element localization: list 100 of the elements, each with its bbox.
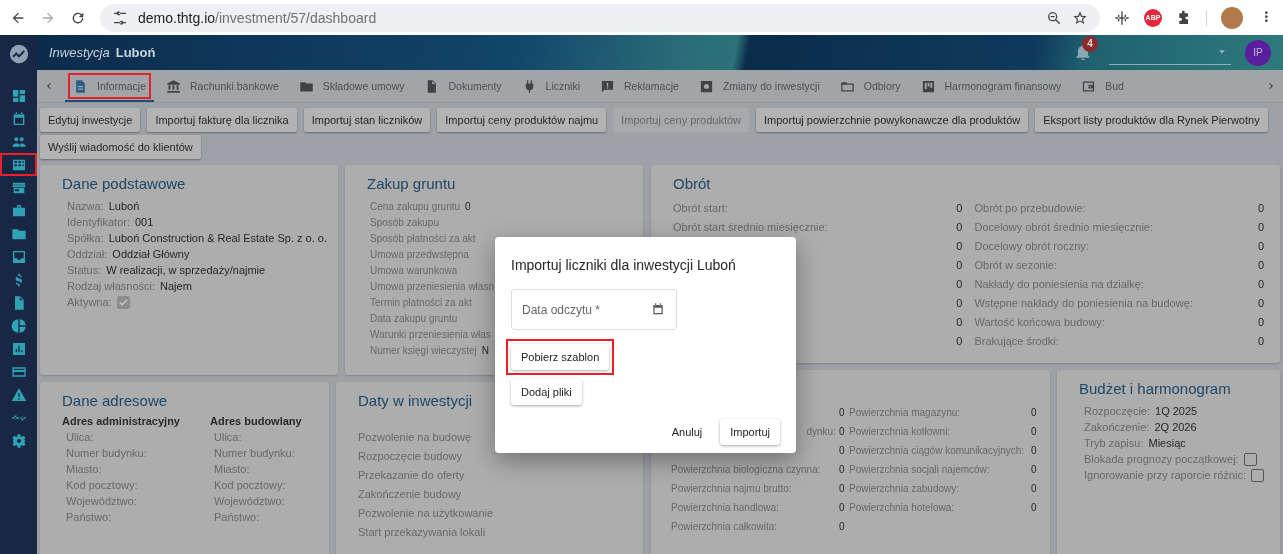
field-label: Brakujące środki: bbox=[974, 334, 1059, 347]
field-label: Powierzchnia hotelowa: bbox=[848, 502, 956, 513]
field-label: Numer budynku: bbox=[213, 447, 296, 461]
field-label: Umowa warunkowa bbox=[370, 264, 458, 276]
field-label: Docelowy obrót średnio miesięcznie: bbox=[974, 220, 1153, 233]
field-value: Luboń bbox=[108, 200, 140, 212]
bar-chart-icon[interactable] bbox=[10, 340, 27, 357]
profile-avatar[interactable] bbox=[1221, 6, 1243, 29]
tab[interactable]: Liczniki bbox=[513, 70, 588, 102]
logo-icon[interactable] bbox=[7, 43, 30, 65]
field-label: Spółka: bbox=[67, 232, 104, 244]
date-field[interactable]: Data odczytu * bbox=[511, 289, 677, 330]
action-button[interactable]: Importuj powierzchnie powykonawcze dla produktów bbox=[756, 108, 1029, 132]
field-label: Obrót po przebudowie: bbox=[974, 201, 1086, 214]
gear-box-icon bbox=[698, 78, 714, 94]
field-value: 0 bbox=[1030, 464, 1037, 475]
field-value: 0 bbox=[1030, 483, 1037, 494]
field-value: 0 bbox=[838, 502, 845, 513]
field-label: Ulica: bbox=[65, 431, 95, 445]
field-label: Wartość końcowa budowy: bbox=[974, 315, 1105, 328]
settings-icon[interactable] bbox=[10, 432, 27, 449]
field-value: 001 bbox=[135, 216, 154, 228]
warning-icon[interactable] bbox=[10, 386, 27, 403]
dialog-title: Importuj liczniki dla inwestycji Luboń bbox=[511, 257, 737, 273]
field-value: 0 bbox=[956, 334, 963, 347]
field-label: Blokada prognozy początkowej: bbox=[1083, 453, 1239, 465]
checkbox[interactable] bbox=[1251, 468, 1264, 482]
tab[interactable]: Zmiany do inwestycji bbox=[690, 70, 828, 102]
field-value: 0 bbox=[1257, 334, 1264, 347]
field-value: 0 bbox=[1257, 258, 1264, 271]
notification-badge: 4 bbox=[1082, 35, 1098, 52]
dashboard-icon[interactable] bbox=[10, 87, 27, 104]
field-label: Obrót start średnio miesięcznie: bbox=[672, 220, 828, 233]
crosshair-icon[interactable] bbox=[1114, 9, 1130, 26]
field-label: Województwo: bbox=[65, 495, 138, 509]
field-label: Powierzchnia całkowita: bbox=[670, 521, 778, 532]
field-label: Wstępne nakłady do poniesienia na budowę: bbox=[974, 296, 1193, 309]
field-value: 0 bbox=[1030, 426, 1037, 437]
action-button[interactable]: Eksport listy produktów dla Rynek Pierwotny bbox=[1035, 108, 1268, 132]
cancel-button[interactable]: Anuluj bbox=[665, 422, 709, 442]
field-value: 0 bbox=[956, 220, 963, 233]
briefcase-icon[interactable] bbox=[10, 202, 27, 219]
field-label: Rozpoczęcie budowy bbox=[358, 450, 463, 464]
field-value: 0 bbox=[838, 483, 845, 494]
card-title: Daty w inwestycji bbox=[358, 392, 473, 409]
field-label: Obrót start: bbox=[672, 201, 728, 214]
card-title: Zakup gruntu bbox=[367, 175, 456, 192]
field-label: Rodzaj własności: bbox=[67, 280, 156, 292]
action-button[interactable]: Wyślij wiadomość do klientów bbox=[40, 135, 201, 159]
field-value: Luboń Construction & Real Estate Sp. z o. o. bbox=[108, 232, 327, 244]
field-label: Powierzchnia ciągów komunikacyjnych: bbox=[848, 445, 1026, 456]
field-label: Zakończenie budowy bbox=[358, 488, 463, 502]
action-button[interactable]: Importuj fakturę dla licznika bbox=[147, 108, 297, 132]
field-value: 0 bbox=[956, 315, 963, 328]
import-button[interactable]: Importuj bbox=[720, 419, 780, 445]
field-label: Nakłady do poniesienia na działkę: bbox=[974, 277, 1144, 290]
field-label: Sposób zakupu bbox=[370, 216, 439, 228]
field-label: Powierzchnia magazynu: bbox=[848, 407, 962, 418]
action-button[interactable]: Importuj ceny produktów najmu bbox=[437, 108, 607, 132]
field-value: 0 bbox=[1257, 277, 1264, 290]
field-label: Tryb zapisu: bbox=[1083, 437, 1144, 449]
address-bar[interactable]: demo.thtg.io/investment/57/dashboard bbox=[100, 3, 1100, 32]
dialog-button[interactable]: Pobierz szablon bbox=[511, 344, 610, 370]
pie-chart-icon[interactable] bbox=[10, 317, 27, 334]
field-value: 0 bbox=[465, 200, 471, 212]
star-icon[interactable] bbox=[1072, 9, 1088, 26]
checkbox[interactable] bbox=[116, 295, 130, 309]
field-label: Powierzchnia zabudowy: bbox=[848, 483, 961, 494]
tab[interactable]: Składowe umowy bbox=[290, 70, 413, 102]
dialog-button[interactable]: Dodaj pliki bbox=[511, 379, 582, 405]
site-settings-icon[interactable] bbox=[112, 9, 128, 26]
field-label: Start przekazywania lokali bbox=[358, 526, 487, 540]
field-value: 0 bbox=[956, 277, 963, 290]
zoom-icon[interactable] bbox=[1046, 9, 1062, 26]
checkbox[interactable] bbox=[1243, 452, 1257, 466]
user-avatar[interactable]: IP bbox=[1245, 39, 1271, 66]
field-label: Państwo: bbox=[213, 511, 261, 525]
field-value: 0 bbox=[1257, 239, 1264, 252]
field-value: 0 bbox=[956, 296, 963, 309]
card-title: Dane podstawowe bbox=[62, 175, 186, 192]
tab[interactable]: Dokumenty bbox=[416, 70, 510, 102]
field-label: Powierzchnia socjali najemców: bbox=[848, 464, 991, 475]
tab[interactable]: Bud bbox=[1073, 70, 1132, 102]
tab[interactable]: Rachunki bankowe bbox=[158, 70, 287, 102]
tab[interactable]: Informacje bbox=[65, 70, 155, 102]
inbox-icon[interactable] bbox=[10, 248, 27, 265]
field-label: Status: bbox=[67, 264, 102, 276]
document-icon bbox=[73, 78, 88, 94]
action-button[interactable]: Edytuj inwestycje bbox=[40, 108, 141, 132]
tab[interactable]: Reklamacje bbox=[592, 70, 687, 102]
tab[interactable]: Odbiory bbox=[831, 70, 909, 102]
calendar-icon[interactable] bbox=[651, 302, 665, 316]
tab[interactable]: Harmonogram finansowy bbox=[912, 70, 1070, 102]
field-value: 0 bbox=[956, 201, 963, 214]
field-label: Kod pocztowy: bbox=[65, 479, 139, 493]
field-value: 1Q 2025 bbox=[1155, 405, 1198, 417]
action-button[interactable]: Importuj stan liczników bbox=[303, 108, 431, 132]
field-value: 0 bbox=[956, 258, 963, 271]
field-label: Powierzchnia najmu brutto: bbox=[670, 483, 792, 494]
field-label: Cena zakupu gruntu bbox=[370, 200, 461, 212]
